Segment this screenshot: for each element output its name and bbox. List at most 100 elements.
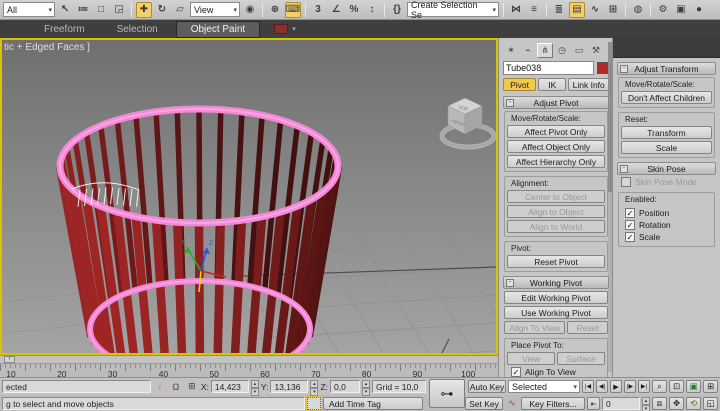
zoom-extents-all-icon[interactable]: ⊞	[703, 380, 718, 393]
use-working-pivot-button[interactable]: Use Working Pivot	[504, 306, 608, 319]
tube038-object[interactable]	[60, 109, 338, 353]
reset-transform-button[interactable]: Transform	[621, 126, 712, 139]
z-spinner[interactable]: ▴▾	[362, 380, 370, 393]
viewport-label[interactable]: tic + Edged Faces ]	[4, 42, 90, 53]
named-selection-set-dropdown[interactable]: Create Selection Se ▾	[407, 2, 499, 17]
tab-motion[interactable]: ◷	[554, 43, 570, 58]
scale-checkbox[interactable]: ✓	[625, 232, 635, 242]
pivot-mode-button[interactable]: Pivot	[503, 78, 536, 91]
angle-snap-icon[interactable]: ∠	[328, 2, 344, 18]
set-keys-button[interactable]: ⊶	[429, 379, 465, 408]
perspective-viewport[interactable]: tic + Edged Faces ] YZ TOP FRONT	[0, 38, 498, 355]
reference-coordinate-dropdown[interactable]: View ▾	[190, 2, 240, 17]
place-pivot-surface-button[interactable]: Surface	[557, 352, 605, 365]
isolate-selection-icon[interactable]: ♀	[153, 380, 167, 393]
add-time-tag-button[interactable]: Add Time Tag	[323, 397, 423, 410]
zoom-icon[interactable]: ⌕	[652, 380, 667, 393]
y-coordinate-field[interactable]: 13,136	[270, 380, 308, 393]
affect-hierarchy-only-button[interactable]: Affect Hierarchy Only	[507, 155, 605, 168]
x-coordinate-field[interactable]: 14,423	[211, 380, 249, 393]
place-pivot-view-button[interactable]: View	[507, 352, 555, 365]
key-mode-toggle-icon[interactable]: ⇤	[587, 397, 600, 410]
key-filters-button[interactable]: Key Filters...	[521, 397, 585, 410]
play-button[interactable]: ▶	[610, 380, 622, 393]
adjust-transform-rollout-header[interactable]: - Adjust Transform	[617, 62, 716, 75]
edit-working-pivot-button[interactable]: Edit Working Pivot	[504, 291, 608, 304]
edit-named-selection-sets-icon[interactable]: {}	[389, 2, 405, 18]
reset-working-pivot-button[interactable]: Reset	[567, 321, 608, 334]
zoom-extents-icon[interactable]: ⊡	[669, 380, 684, 393]
command-panel-scrollbar[interactable]	[608, 42, 612, 372]
rotation-checkbox[interactable]: ✓	[625, 220, 635, 230]
current-frame-field[interactable]: 0	[602, 397, 640, 410]
z-coordinate-field[interactable]: 0,0	[330, 380, 360, 393]
tab-selection[interactable]: Selection	[103, 22, 172, 37]
ribbon-config-icon[interactable]	[274, 24, 288, 34]
selection-lock-icon[interactable]: Ω	[169, 380, 183, 393]
layer-explorer-icon[interactable]: ≣	[551, 2, 567, 18]
percent-snap-icon[interactable]: %	[346, 2, 362, 18]
position-checkbox[interactable]: ✓	[625, 208, 635, 218]
rectangular-selection-region-icon[interactable]: □	[93, 2, 109, 18]
tab-hierarchy[interactable]: ⋔	[537, 43, 553, 58]
collapse-icon[interactable]: -	[620, 165, 628, 173]
align-icon[interactable]: ≡	[526, 2, 542, 18]
render-setup-icon[interactable]: ⚙	[655, 2, 671, 18]
object-name-field[interactable]: Tube038	[503, 61, 594, 75]
render-production-icon[interactable]: ●	[691, 2, 707, 18]
frame-spinner[interactable]: ▴▾	[642, 397, 650, 410]
timeline-ruler[interactable]: 102030405060708090100	[0, 363, 498, 377]
auto-key-button[interactable]: Auto Key	[468, 380, 506, 393]
skin-pose-rollout-header[interactable]: - Skin Pose	[617, 162, 716, 175]
align-to-world-button[interactable]: Align to World	[507, 220, 605, 233]
align-to-view-button[interactable]: Align To View	[504, 321, 565, 334]
mirror-icon[interactable]: ⋈	[508, 2, 524, 18]
orbit-icon[interactable]: ⟲	[686, 397, 701, 410]
skin-pose-mode-checkbox[interactable]	[621, 177, 631, 187]
tab-freeform[interactable]: Freeform	[30, 22, 99, 37]
select-and-manipulate-icon[interactable]: ⊕	[267, 2, 283, 18]
curve-editor-icon[interactable]: ∿	[587, 2, 603, 18]
working-pivot-rollout-header[interactable]: - Working Pivot	[503, 276, 609, 289]
collapse-icon[interactable]: -	[506, 99, 514, 107]
viewcube[interactable]: TOP FRONT	[442, 98, 494, 147]
set-key-button[interactable]: Set Key	[465, 397, 503, 410]
next-frame-button[interactable]: |▶	[624, 380, 636, 393]
schematic-view-icon[interactable]: ⊞	[605, 2, 621, 18]
select-by-name-icon[interactable]: ≔	[75, 2, 91, 18]
track-bar-button[interactable]: ›	[4, 356, 15, 363]
chevron-down-icon[interactable]: ▾	[292, 25, 296, 33]
reset-scale-button[interactable]: Scale	[621, 141, 712, 154]
affect-object-only-button[interactable]: Affect Object Only	[507, 140, 605, 153]
go-to-start-button[interactable]: |◀	[582, 380, 594, 393]
selection-filter-dropdown[interactable]: All ▾	[3, 2, 55, 17]
adaptive-degradation-toggle[interactable]	[307, 397, 321, 410]
toggle-scene-explorer-icon[interactable]: ▤	[569, 2, 585, 18]
keyboard-shortcut-override-icon[interactable]: ⌨	[285, 2, 301, 18]
previous-frame-button[interactable]: ◀|	[596, 380, 608, 393]
use-pivot-point-icon[interactable]: ◉	[242, 2, 258, 18]
go-to-end-button[interactable]: ▶|	[638, 380, 650, 393]
tab-object-paint[interactable]: Object Paint	[176, 21, 260, 38]
align-to-object-button[interactable]: Align to Object	[507, 205, 605, 218]
rendered-frame-window-icon[interactable]: ▣	[673, 2, 689, 18]
affect-pivot-only-button[interactable]: Affect Pivot Only	[507, 125, 605, 138]
tab-utilities[interactable]: ⚒	[588, 43, 604, 58]
reset-pivot-button[interactable]: Reset Pivot	[507, 255, 605, 268]
tab-display[interactable]: ▭	[571, 43, 587, 58]
spinner-snap-icon[interactable]: ↕	[364, 2, 380, 18]
tab-create[interactable]: ✶	[503, 43, 519, 58]
center-to-object-button[interactable]: Center to Object	[507, 190, 605, 203]
zoom-extents-selected-icon[interactable]: ▣	[686, 380, 701, 393]
default-in-out-tangents-icon[interactable]: ∿	[505, 397, 519, 410]
ik-mode-button[interactable]: IK	[538, 78, 566, 91]
adjust-pivot-rollout-header[interactable]: - Adjust Pivot	[503, 96, 609, 109]
window-crossing-icon[interactable]: ◲	[111, 2, 127, 18]
x-spinner[interactable]: ▴▾	[251, 380, 259, 393]
pan-zoom-mode-icon[interactable]: ⧈	[652, 397, 667, 410]
absolute-offset-toggle-icon[interactable]: ⊞	[185, 380, 199, 393]
collapse-icon[interactable]: -	[506, 279, 514, 287]
track-bar[interactable]: ›	[0, 355, 498, 363]
dont-affect-children-button[interactable]: Don't Affect Children	[621, 91, 712, 104]
maximize-viewport-icon[interactable]: ◱	[703, 397, 718, 410]
